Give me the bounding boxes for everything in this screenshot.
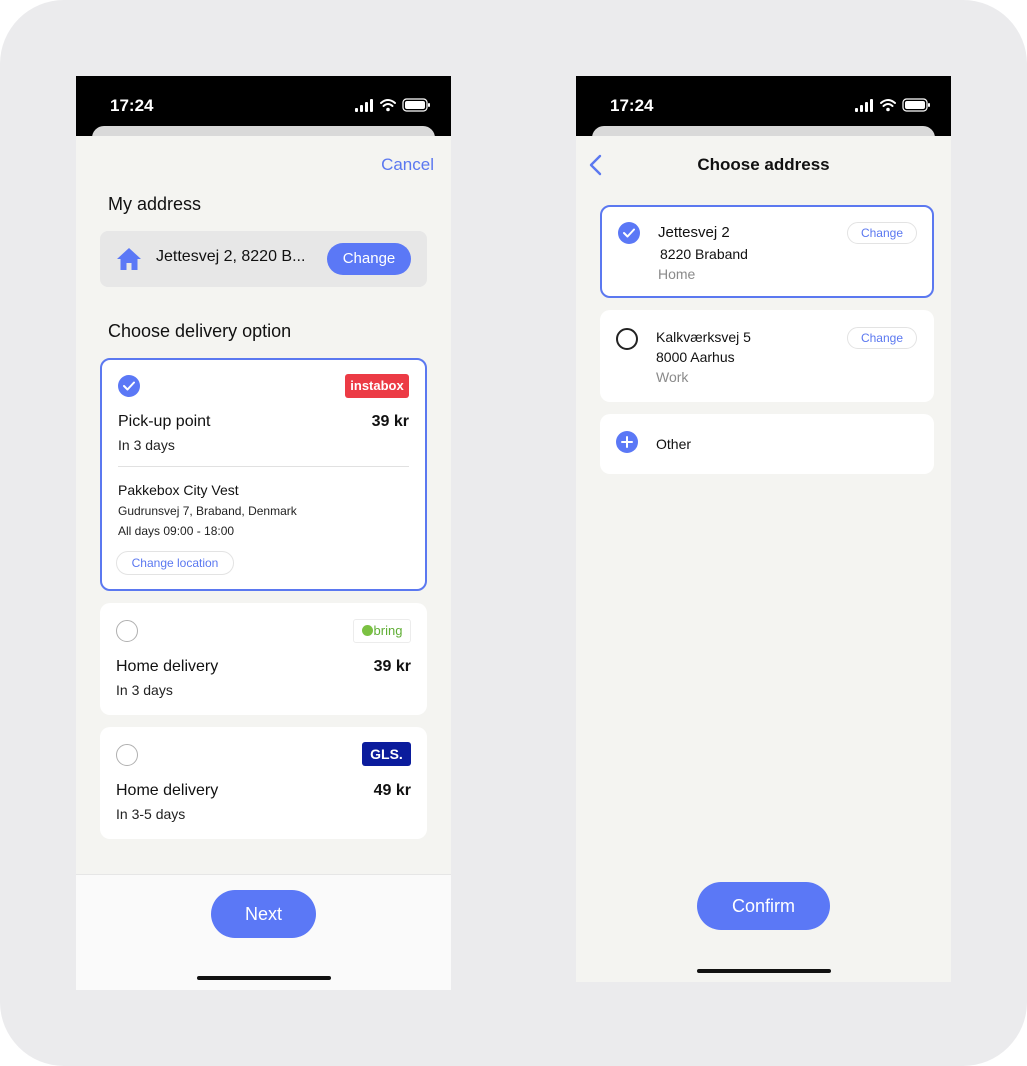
bring-logo: bring — [353, 619, 411, 643]
address-option-other[interactable]: Other — [600, 414, 934, 474]
wifi-icon — [880, 99, 896, 107]
battery-icon — [402, 98, 430, 112]
address-city: 8220 Braband — [660, 246, 748, 262]
change-address-button[interactable]: Change — [847, 327, 917, 349]
home-indicator — [697, 969, 831, 973]
radio-unselected[interactable] — [616, 328, 638, 350]
instabox-logo: instabox — [345, 374, 409, 398]
choose-delivery-title: Choose delivery option — [108, 321, 292, 341]
my-address-title: My address — [108, 194, 202, 214]
radio-unselected[interactable] — [116, 620, 138, 642]
change-address-button[interactable]: Change — [847, 222, 917, 244]
cancel-button[interactable]: Cancel — [381, 155, 434, 175]
address-street: Kalkværksvej 5 — [656, 329, 751, 345]
current-address-bar: Jettesvej 2, 8220 B... Change — [100, 231, 427, 287]
option-price: 49 kr — [373, 782, 411, 799]
status-icons — [855, 98, 930, 112]
bottom-action-bar: Next — [76, 874, 451, 990]
current-address-text: Jettesvej 2, 8220 B... — [156, 248, 306, 265]
option-eta: In 3 days — [118, 437, 175, 453]
address-city: 8000 Aarhus — [656, 349, 735, 365]
address-card-work[interactable]: Kalkværksvej 5 8000 Aarhus Work Change — [600, 310, 934, 402]
bring-logo-mark — [361, 625, 373, 636]
option-divider — [118, 466, 409, 467]
pickup-location-address: Gudrunsvej 7, Braband, Denmark — [118, 504, 297, 518]
signal-icon — [855, 99, 873, 112]
confirm-button[interactable]: Confirm — [697, 882, 830, 930]
home-icon — [117, 248, 141, 270]
status-time: 17:24 — [110, 96, 154, 115]
delivery-option-bring[interactable]: bring Home delivery 39 kr In 3 days — [100, 603, 427, 715]
address-tag: Work — [656, 369, 689, 385]
option-price: 39 kr — [371, 413, 409, 430]
other-label: Other — [656, 436, 692, 452]
selected-check-icon[interactable] — [618, 222, 640, 244]
gls-logo: GLS. — [362, 742, 411, 766]
address-card-home[interactable]: Jettesvej 2 8220 Braband Home Change — [600, 205, 934, 298]
phone-delivery-options: 17:24 Cancel My address Jettesvej 2, 822… — [76, 76, 451, 990]
next-button[interactable]: Next — [211, 890, 316, 938]
delivery-option-pickup[interactable]: instabox Pick-up point 39 kr In 3 days P… — [100, 358, 427, 591]
option-eta: In 3-5 days — [116, 806, 186, 822]
status-icons — [355, 98, 430, 112]
address-street: Jettesvej 2 — [658, 224, 730, 241]
plus-circle-icon[interactable] — [616, 431, 638, 453]
option-price: 39 kr — [373, 658, 411, 675]
battery-icon — [902, 98, 930, 112]
change-address-button[interactable]: Change — [327, 243, 411, 275]
delivery-sheet: Cancel My address Jettesvej 2, 8220 B...… — [76, 136, 451, 990]
phone-choose-address: 17:24 Choose address Jettesvej 2 8220 Br… — [576, 76, 951, 982]
home-indicator — [197, 976, 331, 980]
option-title: Home delivery — [116, 658, 219, 675]
signal-icon — [355, 99, 373, 112]
delivery-option-gls[interactable]: GLS. Home delivery 49 kr In 3-5 days — [100, 727, 427, 839]
page-title: Choose address — [697, 155, 830, 174]
selected-check-icon[interactable] — [118, 375, 140, 397]
option-eta: In 3 days — [116, 682, 173, 698]
pickup-hours: All days 09:00 - 18:00 — [118, 524, 235, 538]
radio-unselected[interactable] — [116, 744, 138, 766]
pickup-location-name: Pakkebox City Vest — [118, 482, 239, 498]
address-tag: Home — [658, 266, 696, 282]
option-title: Home delivery — [116, 782, 219, 799]
status-time: 17:24 — [610, 96, 654, 115]
wifi-icon — [380, 99, 396, 107]
change-location-button[interactable]: Change location — [116, 551, 234, 575]
bring-logo-text: bring — [373, 623, 403, 638]
option-title: Pick-up point — [118, 413, 211, 430]
